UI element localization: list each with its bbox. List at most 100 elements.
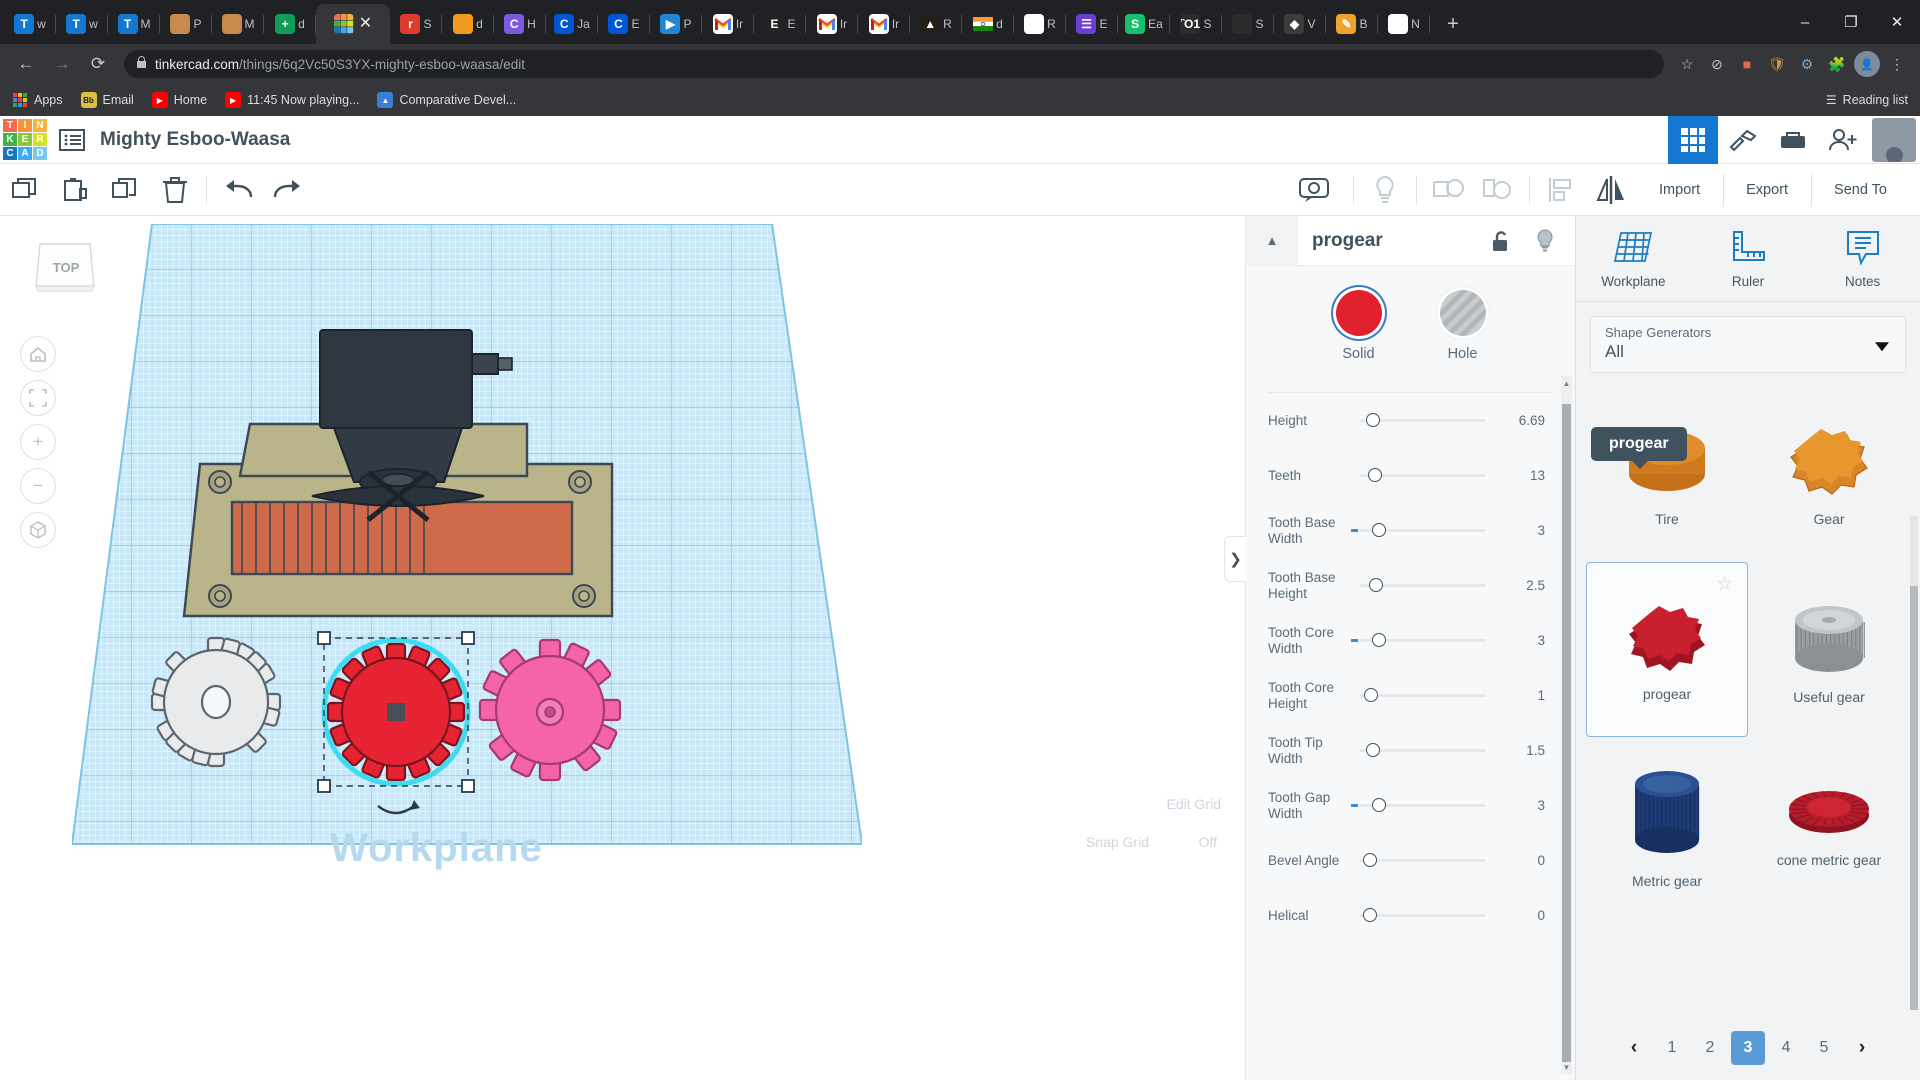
reading-list-button[interactable]: ☰ Reading list bbox=[1826, 93, 1908, 107]
slider-knob[interactable] bbox=[1366, 413, 1380, 427]
profile-avatar[interactable]: 👤 bbox=[1854, 51, 1880, 77]
design-hammer-icon[interactable] bbox=[1718, 116, 1768, 164]
parameter-value[interactable]: 0 bbox=[1493, 908, 1545, 923]
parameter-slider[interactable] bbox=[1360, 468, 1485, 482]
bookmark-item[interactable]: Bb Email bbox=[80, 92, 134, 108]
parameter-slider[interactable] bbox=[1360, 853, 1485, 867]
parameter-slider[interactable] bbox=[1360, 413, 1485, 427]
favorite-star-icon[interactable]: ☆ bbox=[1716, 573, 1733, 596]
slider-knob[interactable] bbox=[1368, 468, 1382, 482]
back-button[interactable]: ← bbox=[10, 48, 42, 80]
fit-view-icon[interactable] bbox=[20, 380, 56, 416]
page-button-4[interactable]: 4 bbox=[1769, 1031, 1803, 1065]
bookmark-item[interactable]: ▶ Home bbox=[151, 92, 207, 108]
edit-grid-button[interactable]: Edit Grid bbox=[1167, 796, 1221, 812]
scrollbar-thumb[interactable] bbox=[1562, 404, 1571, 1062]
unlock-icon[interactable] bbox=[1479, 230, 1523, 252]
minimize-button[interactable]: – bbox=[1782, 0, 1828, 44]
page-button-5[interactable]: 5 bbox=[1807, 1031, 1841, 1065]
workplane[interactable] bbox=[70, 223, 864, 864]
browser-tab[interactable]: Ir bbox=[858, 4, 910, 44]
show-all-icon[interactable] bbox=[1289, 164, 1339, 216]
close-window-button[interactable]: ✕ bbox=[1874, 0, 1920, 44]
parameter-slider[interactable] bbox=[1360, 908, 1485, 922]
browser-tab[interactable]: + d bbox=[264, 4, 316, 44]
browser-tab[interactable]: CE bbox=[598, 4, 650, 44]
shield-icon[interactable]: 🛡 bbox=[1764, 51, 1790, 77]
forward-button[interactable]: → bbox=[46, 48, 78, 80]
panel-expander-button[interactable]: ❯ bbox=[1224, 536, 1246, 582]
shape-item[interactable]: Metric gear bbox=[1586, 737, 1748, 912]
browser-tab[interactable]: ☰ E bbox=[1066, 4, 1118, 44]
undo-icon[interactable] bbox=[213, 164, 263, 216]
sidebar-item-ruler[interactable]: Ruler bbox=[1691, 216, 1806, 301]
puzzle-icon[interactable]: ⚙ bbox=[1794, 51, 1820, 77]
prev-page-button[interactable]: ‹ bbox=[1617, 1031, 1651, 1065]
star-icon[interactable]: ☆ bbox=[1674, 51, 1700, 77]
shape-item[interactable]: Useful gear bbox=[1748, 562, 1910, 737]
light-bulb-icon[interactable] bbox=[1523, 228, 1567, 253]
browser-tab[interactable]: ▶ P bbox=[650, 4, 702, 44]
extension-red-icon[interactable]: ■ bbox=[1734, 51, 1760, 77]
parameter-slider[interactable] bbox=[1351, 633, 1485, 647]
align-icon[interactable] bbox=[1536, 164, 1586, 216]
add-user-button[interactable] bbox=[1818, 116, 1868, 164]
shape-item[interactable]: Tire bbox=[1586, 387, 1748, 562]
shape-item[interactable]: ☆ progear bbox=[1586, 562, 1748, 737]
send-to-button[interactable]: Send To bbox=[1811, 172, 1910, 207]
snap-grid-value[interactable]: Off bbox=[1199, 834, 1217, 850]
browser-tab[interactable]: Ὂ1 S bbox=[1170, 4, 1222, 44]
scroll-up-icon[interactable]: ▲ bbox=[1561, 376, 1572, 390]
home-icon[interactable] bbox=[20, 336, 56, 372]
parameter-value[interactable]: 3 bbox=[1493, 798, 1545, 813]
slider-knob[interactable] bbox=[1372, 633, 1386, 647]
browser-tab[interactable]: S bbox=[1222, 4, 1274, 44]
block-icon[interactable]: ⊘ bbox=[1704, 51, 1730, 77]
slider-knob[interactable] bbox=[1364, 688, 1378, 702]
browser-tab[interactable]: d bbox=[442, 4, 494, 44]
slider-knob[interactable] bbox=[1372, 523, 1386, 537]
slider-knob[interactable] bbox=[1369, 578, 1383, 592]
page-button-3[interactable]: 3 bbox=[1731, 1031, 1765, 1065]
browser-tab[interactable]: ✎ B bbox=[1326, 4, 1378, 44]
bookmark-item[interactable]: ▶ 11:45 Now playing... bbox=[225, 92, 359, 108]
properties-scrollbar[interactable]: ▲ ▼ bbox=[1561, 376, 1572, 1074]
browser-tab[interactable]: P bbox=[160, 4, 212, 44]
browser-tab[interactable]: EE bbox=[754, 4, 806, 44]
tinkercad-logo-icon[interactable]: TIN KER CAD bbox=[0, 116, 50, 164]
paste-icon[interactable] bbox=[50, 164, 100, 216]
browser-tab[interactable]: Tw bbox=[4, 4, 56, 44]
browser-tab[interactable]: ◆ V bbox=[1274, 4, 1326, 44]
duplicate-icon[interactable] bbox=[100, 164, 150, 216]
maximize-button[interactable]: ❐ bbox=[1828, 0, 1874, 44]
grid-view-icon[interactable] bbox=[1668, 115, 1718, 164]
bookmark-item[interactable]: Apps bbox=[12, 92, 63, 108]
slider-knob[interactable] bbox=[1372, 798, 1386, 812]
shape-item[interactable]: Gear bbox=[1748, 387, 1910, 562]
parameter-value[interactable]: 3 bbox=[1493, 633, 1545, 648]
parameter-slider[interactable] bbox=[1351, 523, 1485, 537]
browser-tab[interactable]: Ir bbox=[806, 4, 858, 44]
ortho-icon[interactable] bbox=[20, 512, 56, 548]
export-button[interactable]: Export bbox=[1723, 172, 1811, 207]
parameter-value[interactable]: 1 bbox=[1493, 688, 1545, 703]
browser-tab[interactable]: ✕ bbox=[316, 4, 390, 44]
browser-tab[interactable]: TM bbox=[108, 4, 160, 44]
chevron-down-icon[interactable] bbox=[1875, 341, 1889, 351]
browser-tab[interactable]: M bbox=[212, 4, 264, 44]
shape-item[interactable]: cone metric gear bbox=[1748, 737, 1910, 912]
project-menu-icon[interactable] bbox=[50, 116, 94, 164]
browser-tab[interactable]: CH bbox=[494, 4, 546, 44]
scroll-down-icon[interactable]: ▼ bbox=[1561, 1060, 1572, 1074]
browser-tab[interactable]: rS bbox=[390, 4, 442, 44]
browser-tab[interactable]: ⁙ R bbox=[1014, 4, 1066, 44]
parameter-slider[interactable] bbox=[1351, 798, 1485, 812]
3d-viewport[interactable]: TOP + − Workplane Edit Grid Snap Grid Of… bbox=[0, 216, 1245, 1080]
sidebar-item-notes[interactable]: Notes bbox=[1805, 216, 1920, 301]
browser-tab[interactable]: S Ea bbox=[1118, 4, 1170, 44]
browser-tab[interactable]: C Ja bbox=[546, 4, 598, 44]
hole-option[interactable]: Hole bbox=[1439, 290, 1486, 362]
slider-knob[interactable] bbox=[1363, 853, 1377, 867]
zoom-in-icon[interactable]: + bbox=[20, 424, 56, 460]
copy-icon[interactable] bbox=[0, 164, 50, 216]
